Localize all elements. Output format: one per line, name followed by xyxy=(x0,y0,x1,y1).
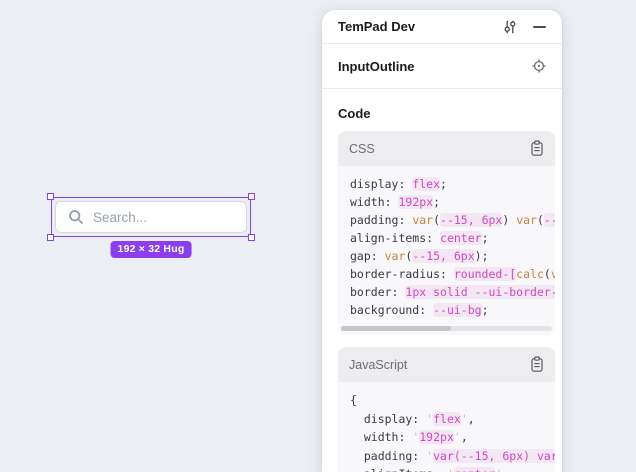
css-code-block: CSS display: flex;width: 192px;padding: … xyxy=(338,131,555,335)
component-name: InputOutline xyxy=(338,59,415,74)
minimize-icon xyxy=(533,26,546,28)
code-section-label: Code xyxy=(338,106,546,121)
crosshair-locate-icon xyxy=(532,59,546,73)
tempad-dev-panel: TemPad Dev InputOutline xyxy=(322,10,562,472)
code-line: width: 192px; xyxy=(350,193,555,211)
code-line: alignItems: 'center', xyxy=(350,465,555,472)
code-line: border-radius: rounded-[calc(var(--radiu… xyxy=(350,265,555,283)
minimize-button[interactable] xyxy=(533,26,546,28)
code-line: display: flex; xyxy=(350,175,555,193)
code-line: padding: 'var(--15, 6px) var(--15, 6px)'… xyxy=(350,447,555,466)
clipboard-copy-icon xyxy=(530,356,544,373)
code-line: gap: var(--15, 6px); xyxy=(350,247,555,265)
selected-component-row: InputOutline xyxy=(322,44,562,89)
copy-javascript-button[interactable] xyxy=(530,356,544,373)
clipboard-copy-icon xyxy=(530,140,544,157)
code-line: display: 'flex', xyxy=(350,410,555,429)
scrollbar-thumb[interactable] xyxy=(341,326,451,331)
code-line: { xyxy=(350,391,555,410)
settings-button[interactable] xyxy=(502,19,518,35)
css-code: display: flex;width: 192px;padding: var(… xyxy=(338,166,555,321)
javascript-code-block: JavaScript { display: 'flex', width: '19… xyxy=(338,347,555,472)
selection-handle-top-left[interactable] xyxy=(47,193,54,200)
search-input-component[interactable]: Search... xyxy=(55,201,247,233)
javascript-block-label: JavaScript xyxy=(349,358,407,372)
panel-title: TemPad Dev xyxy=(338,19,415,34)
search-placeholder-text: Search... xyxy=(93,210,147,225)
selection-handle-top-right[interactable] xyxy=(248,193,255,200)
copy-css-button[interactable] xyxy=(530,140,544,157)
css-block-label: CSS xyxy=(349,142,375,156)
panel-content: Code CSS display: flex;width: 192px xyxy=(322,89,562,472)
locate-component-button[interactable] xyxy=(532,59,546,73)
selection-handle-bottom-left[interactable] xyxy=(47,234,54,241)
horizontal-scrollbar[interactable] xyxy=(341,326,552,331)
panel-header[interactable]: TemPad Dev xyxy=(322,10,562,44)
magnifier-icon xyxy=(68,209,84,225)
javascript-code: { display: 'flex', width: '192px', paddi… xyxy=(338,382,555,472)
selection-handle-bottom-right[interactable] xyxy=(248,234,255,241)
size-badge: 192 × 32 Hug xyxy=(111,241,192,258)
code-line: width: '192px', xyxy=(350,428,555,447)
code-line: background: --ui-bg; xyxy=(350,301,555,319)
sliders-icon xyxy=(502,19,518,35)
css-block-header: CSS xyxy=(338,131,555,166)
javascript-block-header: JavaScript xyxy=(338,347,555,382)
code-line: padding: var(--15, 6px) var(--15, 6px); xyxy=(350,211,555,229)
code-line: border: 1px solid --ui-border-color; xyxy=(350,283,555,301)
code-line: align-items: center; xyxy=(350,229,555,247)
